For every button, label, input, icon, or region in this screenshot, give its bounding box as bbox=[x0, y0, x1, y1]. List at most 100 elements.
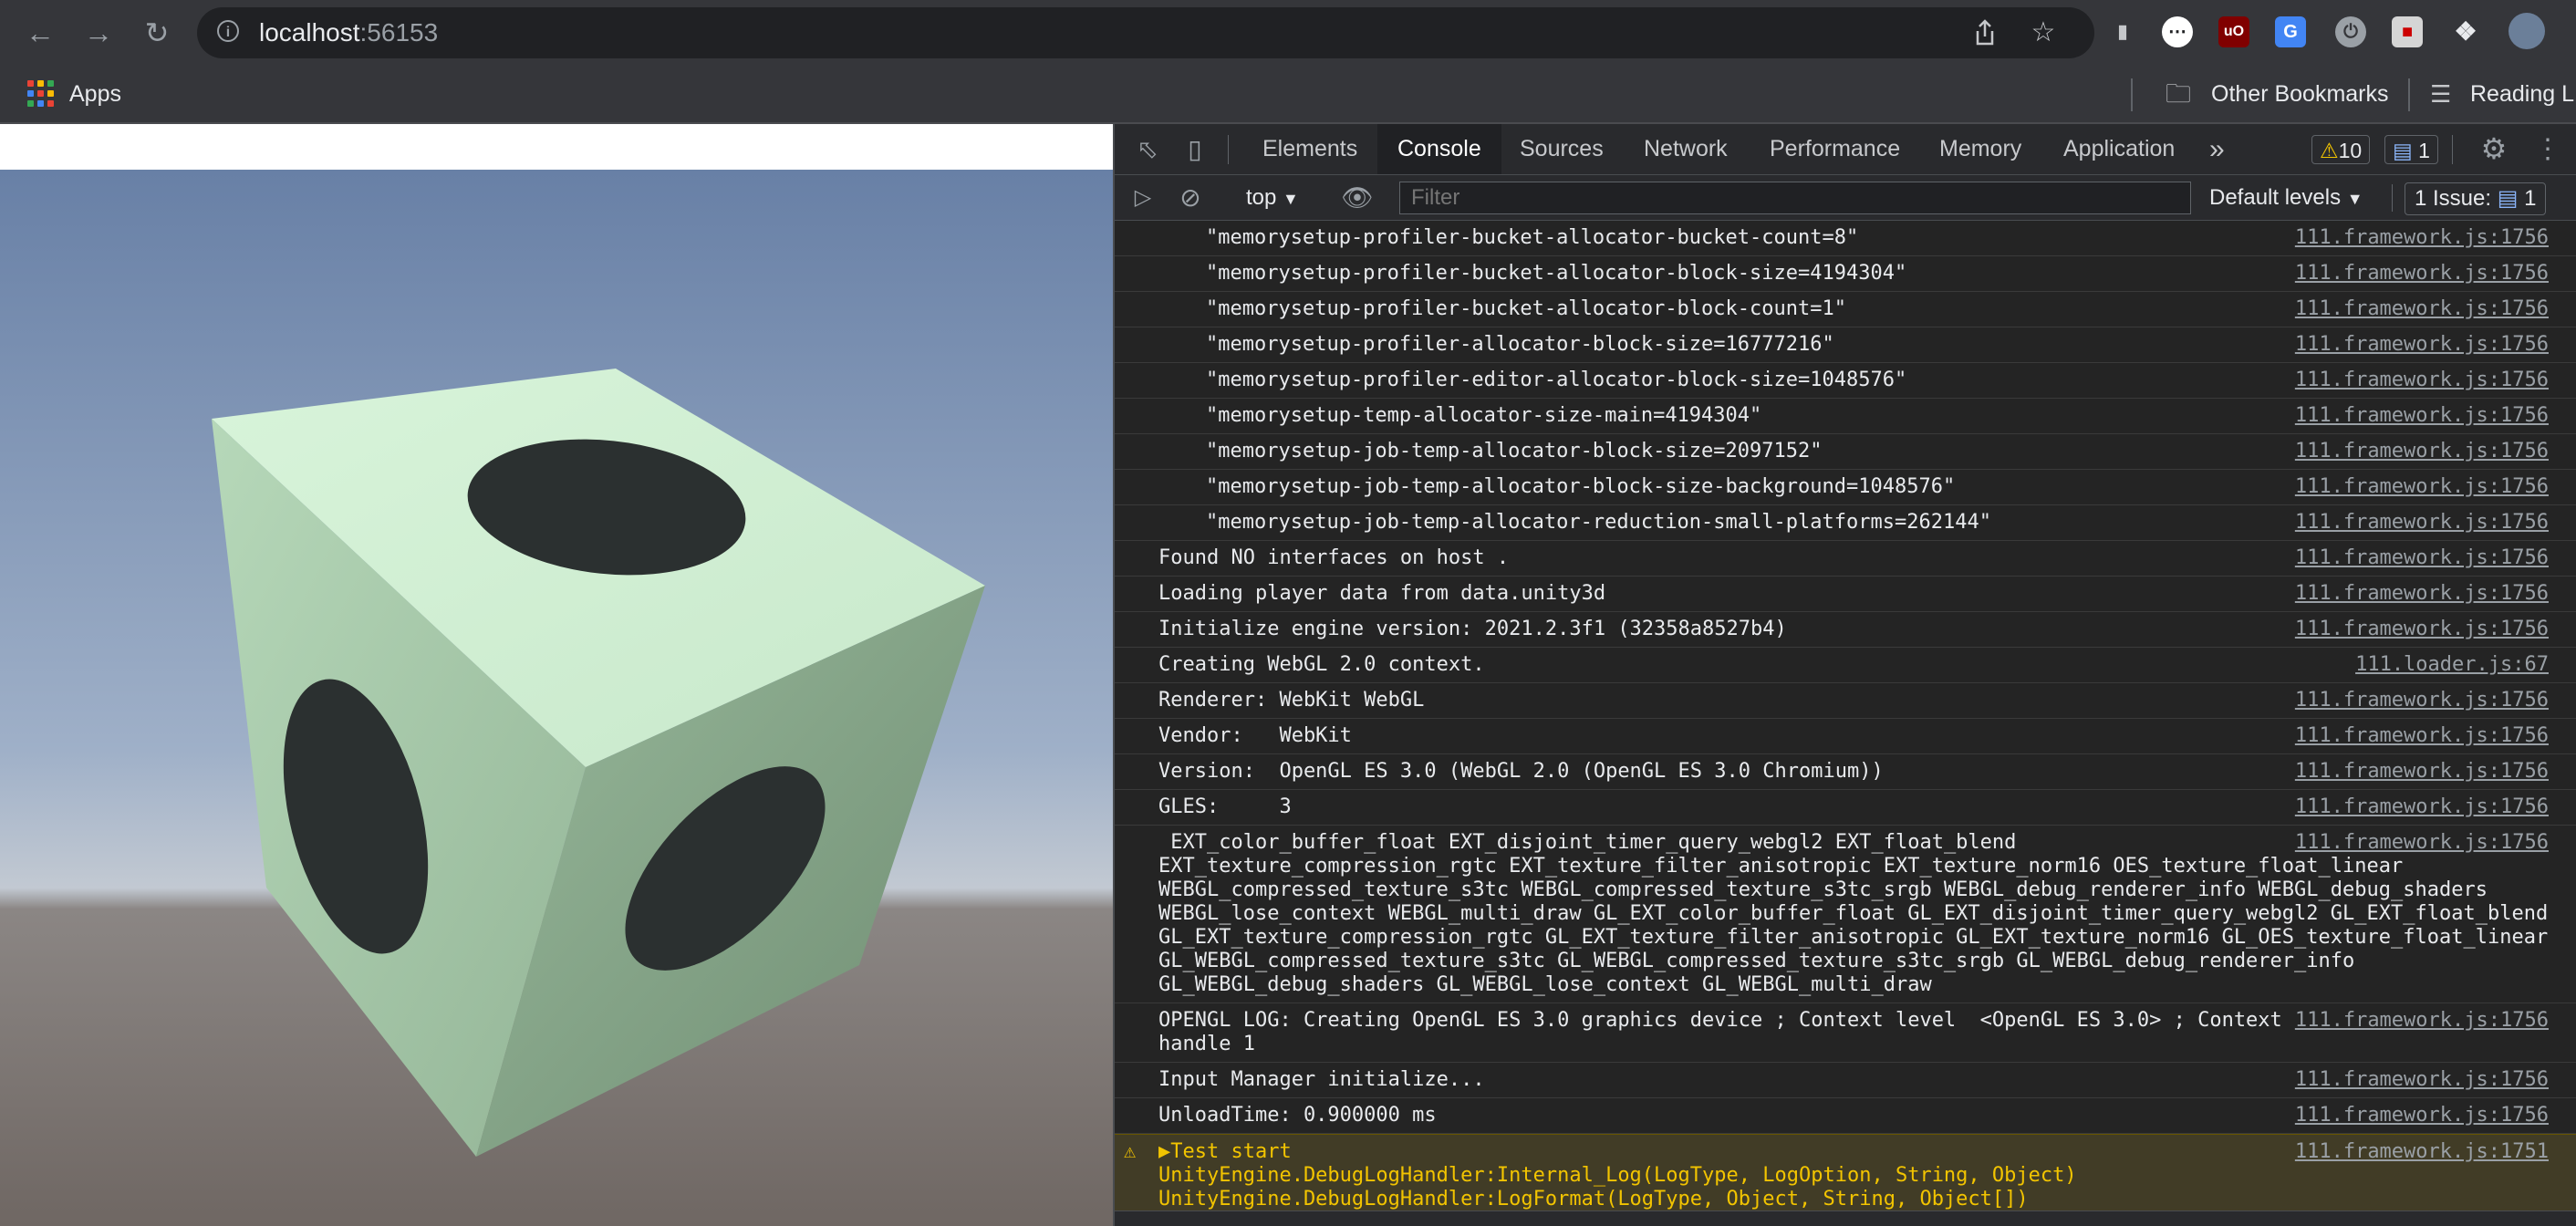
issue-icon: ▤ bbox=[2497, 186, 2519, 211]
source-link[interactable]: 111.framework.js:1756 bbox=[2295, 724, 2549, 748]
unity-canvas[interactable] bbox=[0, 170, 1113, 1226]
more-tabs-button[interactable]: » bbox=[2209, 124, 2225, 174]
console-row[interactable]: Creating WebGL 2.0 context. 111.loader.js… bbox=[1115, 648, 2576, 683]
source-link[interactable]: 111.framework.js:1756 bbox=[2295, 297, 2549, 321]
translate-icon[interactable]: G bbox=[2275, 16, 2306, 47]
extension-icon[interactable]: ⋯ bbox=[2162, 16, 2193, 47]
source-link[interactable]: 111.framework.js:1756 bbox=[2295, 404, 2549, 428]
filter-input[interactable] bbox=[1399, 182, 2191, 214]
profile-avatar[interactable] bbox=[2508, 13, 2545, 49]
share-icon[interactable] bbox=[1970, 18, 2000, 47]
drawer-tab-bar bbox=[1115, 1210, 2576, 1226]
power-icon[interactable]: ⏻ bbox=[2335, 16, 2366, 47]
source-link[interactable]: 111.framework.js:1756 bbox=[2295, 760, 2549, 784]
source-link[interactable]: 111.framework.js:1756 bbox=[2295, 1068, 2549, 1092]
console-row[interactable]: Found NO interfaces on host . 111.framewo… bbox=[1115, 541, 2576, 577]
source-link[interactable]: 111.framework.js:1756 bbox=[2295, 511, 2549, 535]
page-viewport bbox=[0, 124, 1113, 1226]
eye-icon[interactable]: 👁 bbox=[1339, 175, 1376, 221]
tab-application[interactable]: Application bbox=[2063, 124, 2175, 174]
source-link[interactable]: 111.framework.js:1751 bbox=[2295, 1140, 2549, 1164]
reading-list-icon: ☰ bbox=[2430, 80, 2452, 108]
chevron-down-icon: ▼ bbox=[2346, 190, 2363, 208]
devtools-tab-bar: ⬁ ▯ Elements Console Sources Network Per… bbox=[1115, 124, 2576, 175]
bookmark-other[interactable]: Other Bookmarks bbox=[2211, 78, 2389, 109]
console-row[interactable]: "memorysetup-job-temp-allocator-block-si… bbox=[1115, 434, 2576, 470]
console-row[interactable]: "memorysetup-profiler-allocator-block-si… bbox=[1115, 327, 2576, 363]
source-link[interactable]: 111.framework.js:1756 bbox=[2295, 689, 2549, 712]
inspect-element-icon[interactable]: ⬁ bbox=[1133, 124, 1162, 174]
info-icon[interactable]: i bbox=[217, 20, 239, 42]
source-link[interactable]: 111.framework.js:1756 bbox=[2295, 795, 2549, 819]
console-row[interactable]: "memorysetup-job-temp-allocator-block-si… bbox=[1115, 470, 2576, 505]
console-row[interactable]: GLES: 3 111.framework.js:1756 bbox=[1115, 790, 2576, 826]
console-row[interactable]: Vendor: WebKit 111.framework.js:1756 bbox=[1115, 719, 2576, 754]
console-warning-row[interactable]: ⚠ ▶Test start UnityEngine.DebugLogHandler… bbox=[1115, 1134, 2576, 1218]
source-link[interactable]: 111.framework.js:1756 bbox=[2295, 226, 2549, 250]
source-link[interactable]: 111.loader.js:67 bbox=[2355, 653, 2549, 677]
divider bbox=[1228, 135, 1229, 164]
divider bbox=[2408, 78, 2410, 111]
console-row[interactable]: EXT_color_buffer_float EXT_disjoint_time… bbox=[1115, 826, 2576, 1003]
console-row[interactable]: "memorysetup-profiler-bucket-allocator-b… bbox=[1115, 292, 2576, 327]
tab-network[interactable]: Network bbox=[1644, 124, 1728, 174]
tab-sources[interactable]: Sources bbox=[1520, 124, 1604, 174]
tab-memory[interactable]: Memory bbox=[1939, 124, 2021, 174]
clear-console-icon[interactable]: ⊘ bbox=[1175, 175, 1206, 221]
source-link[interactable]: 111.framework.js:1756 bbox=[2295, 262, 2549, 286]
source-link[interactable]: 111.framework.js:1756 bbox=[2295, 582, 2549, 606]
source-link[interactable]: 111.framework.js:1756 bbox=[2295, 475, 2549, 499]
console-row[interactable]: Version: OpenGL ES 3.0 (WebGL 2.0 (OpenG… bbox=[1115, 754, 2576, 790]
bookmarks-bar: Apps 🗀 Other Bookmarks ☰ Reading L bbox=[0, 66, 2576, 124]
console-row[interactable]: Renderer: WebKit WebGL 111.framework.js:1… bbox=[1115, 683, 2576, 719]
console-row[interactable]: "memorysetup-temp-allocator-size-main=41… bbox=[1115, 399, 2576, 434]
source-link[interactable]: 111.framework.js:1756 bbox=[2295, 546, 2549, 570]
console-row[interactable]: Initialize engine version: 2021.2.3f1 (3… bbox=[1115, 612, 2576, 648]
device-toolbar-icon[interactable]: ▯ bbox=[1180, 124, 1210, 174]
console-row[interactable]: "memorysetup-profiler-bucket-allocator-b… bbox=[1115, 221, 2576, 256]
chevron-down-icon: ▼ bbox=[1283, 190, 1299, 208]
sidebar-toggle-icon[interactable]: ▷ bbox=[1127, 175, 1158, 221]
console-row[interactable]: UnloadTime: 0.900000 ms 111.framework.js:… bbox=[1115, 1098, 2576, 1134]
forward-icon[interactable]: → bbox=[82, 16, 115, 49]
log-levels-dropdown[interactable]: Default levels ▼ bbox=[2209, 182, 2363, 215]
kebab-menu-icon[interactable]: ⋮ bbox=[2534, 124, 2561, 174]
url-port: :56153 bbox=[359, 18, 439, 47]
context-selector[interactable]: top ▼ bbox=[1246, 182, 1299, 215]
source-link[interactable]: 111.framework.js:1756 bbox=[2295, 369, 2549, 392]
star-icon[interactable]: ☆ bbox=[2029, 18, 2058, 47]
extension-icon[interactable]: ▮ bbox=[2107, 16, 2138, 47]
messages-badge[interactable]: ▤ 1 bbox=[2384, 135, 2438, 164]
back-icon[interactable]: ← bbox=[24, 16, 57, 49]
gear-icon[interactable]: ⚙ bbox=[2477, 124, 2510, 174]
console-row[interactable]: Loading player data from data.unity3d 111… bbox=[1115, 577, 2576, 612]
tab-console[interactable]: Console bbox=[1377, 124, 1501, 174]
console-row[interactable]: "memorysetup-profiler-editor-allocator-b… bbox=[1115, 363, 2576, 399]
folder-icon: 🗀 bbox=[2166, 79, 2192, 108]
apps-icon[interactable] bbox=[27, 80, 55, 108]
console-log[interactable]: "memorysetup-profiler-bucket-allocator-b… bbox=[1115, 221, 2576, 1226]
warnings-badge[interactable]: ⚠10 bbox=[2311, 135, 2371, 164]
source-link[interactable]: 111.framework.js:1756 bbox=[2295, 440, 2549, 463]
console-row[interactable]: "memorysetup-profiler-bucket-allocator-b… bbox=[1115, 256, 2576, 292]
tab-performance[interactable]: Performance bbox=[1770, 124, 1900, 174]
console-row[interactable]: Input Manager initialize... 111.framework… bbox=[1115, 1063, 2576, 1098]
console-row[interactable]: "memorysetup-job-temp-allocator-reductio… bbox=[1115, 505, 2576, 541]
source-link[interactable]: 111.framework.js:1756 bbox=[2295, 1009, 2549, 1033]
source-link[interactable]: 111.framework.js:1756 bbox=[2295, 618, 2549, 641]
bookmark-reading-list[interactable]: Reading L bbox=[2470, 78, 2574, 109]
messages-count: 1 bbox=[2418, 139, 2430, 162]
tab-elements[interactable]: Elements bbox=[1262, 124, 1357, 174]
reload-icon[interactable]: ↻ bbox=[140, 16, 173, 49]
source-link[interactable]: 111.framework.js:1756 bbox=[2295, 831, 2549, 855]
issues-button[interactable]: 1 Issue: ▤ 1 bbox=[2405, 182, 2547, 215]
source-link[interactable]: 111.framework.js:1756 bbox=[2295, 333, 2549, 357]
extension-icon[interactable]: ■ bbox=[2392, 16, 2423, 47]
source-link[interactable]: 111.framework.js:1756 bbox=[2295, 1104, 2549, 1127]
address-bar[interactable]: i localhost:56153 ☆ bbox=[197, 7, 2094, 58]
console-row[interactable]: OPENGL LOG: Creating OpenGL ES 3.0 graph… bbox=[1115, 1003, 2576, 1063]
url-host: localhost bbox=[259, 18, 360, 47]
ublock-icon[interactable]: uO bbox=[2218, 16, 2249, 47]
puzzle-icon[interactable]: ❖ bbox=[2450, 16, 2481, 47]
bookmark-apps[interactable]: Apps bbox=[69, 78, 121, 109]
